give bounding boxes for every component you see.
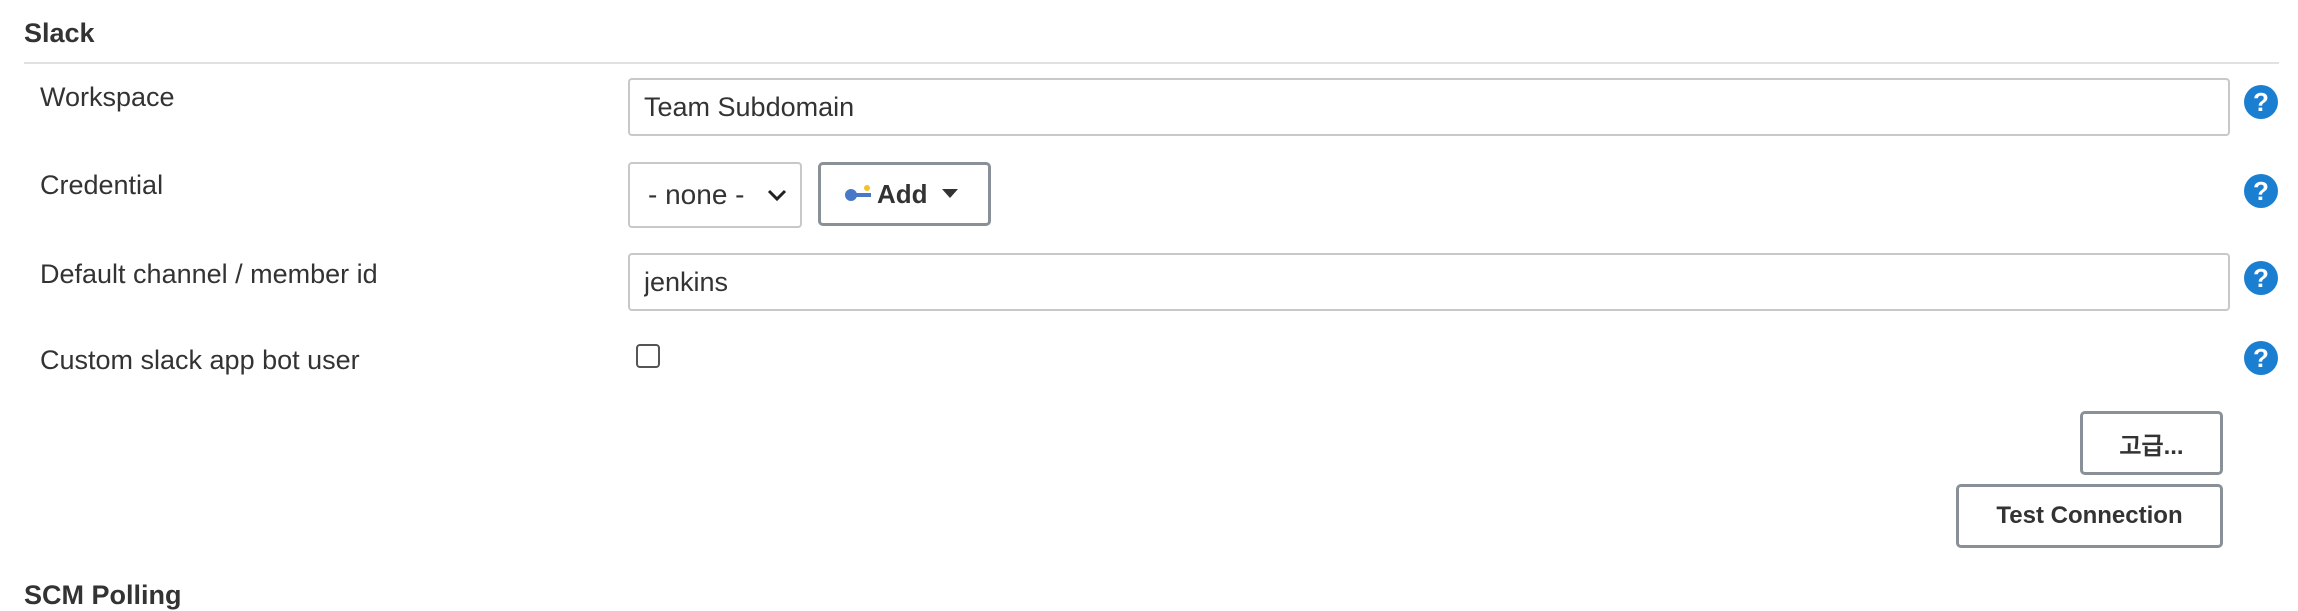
scm-polling-section-title: SCM Polling (24, 580, 182, 610)
caret-down-icon (941, 189, 958, 198)
custom-bot-user-help-icon[interactable]: ? (2244, 341, 2278, 375)
workspace-label: Workspace (40, 82, 175, 112)
key-icon (845, 185, 871, 201)
credential-select-value: - none - (648, 179, 745, 210)
workspace-help-icon[interactable]: ? (2244, 85, 2278, 119)
advanced-button[interactable]: 고급... (2080, 411, 2223, 475)
credential-select[interactable]: - none - (628, 162, 802, 228)
credential-label: Credential (40, 170, 164, 200)
credential-help-icon[interactable]: ? (2244, 174, 2278, 208)
workspace-input[interactable] (628, 78, 2230, 136)
default-channel-help-icon[interactable]: ? (2244, 261, 2278, 295)
slack-section-title: Slack (24, 18, 95, 48)
add-credential-label: Add (877, 178, 928, 209)
chevron-down-icon (767, 189, 787, 202)
add-credential-button[interactable]: Add (818, 162, 991, 226)
custom-bot-user-checkbox[interactable] (636, 344, 660, 368)
default-channel-label: Default channel / member id (40, 259, 378, 289)
test-connection-button[interactable]: Test Connection (1956, 484, 2223, 548)
section-divider (24, 62, 2279, 64)
default-channel-input[interactable] (628, 253, 2230, 311)
custom-bot-user-label: Custom slack app bot user (40, 345, 360, 375)
